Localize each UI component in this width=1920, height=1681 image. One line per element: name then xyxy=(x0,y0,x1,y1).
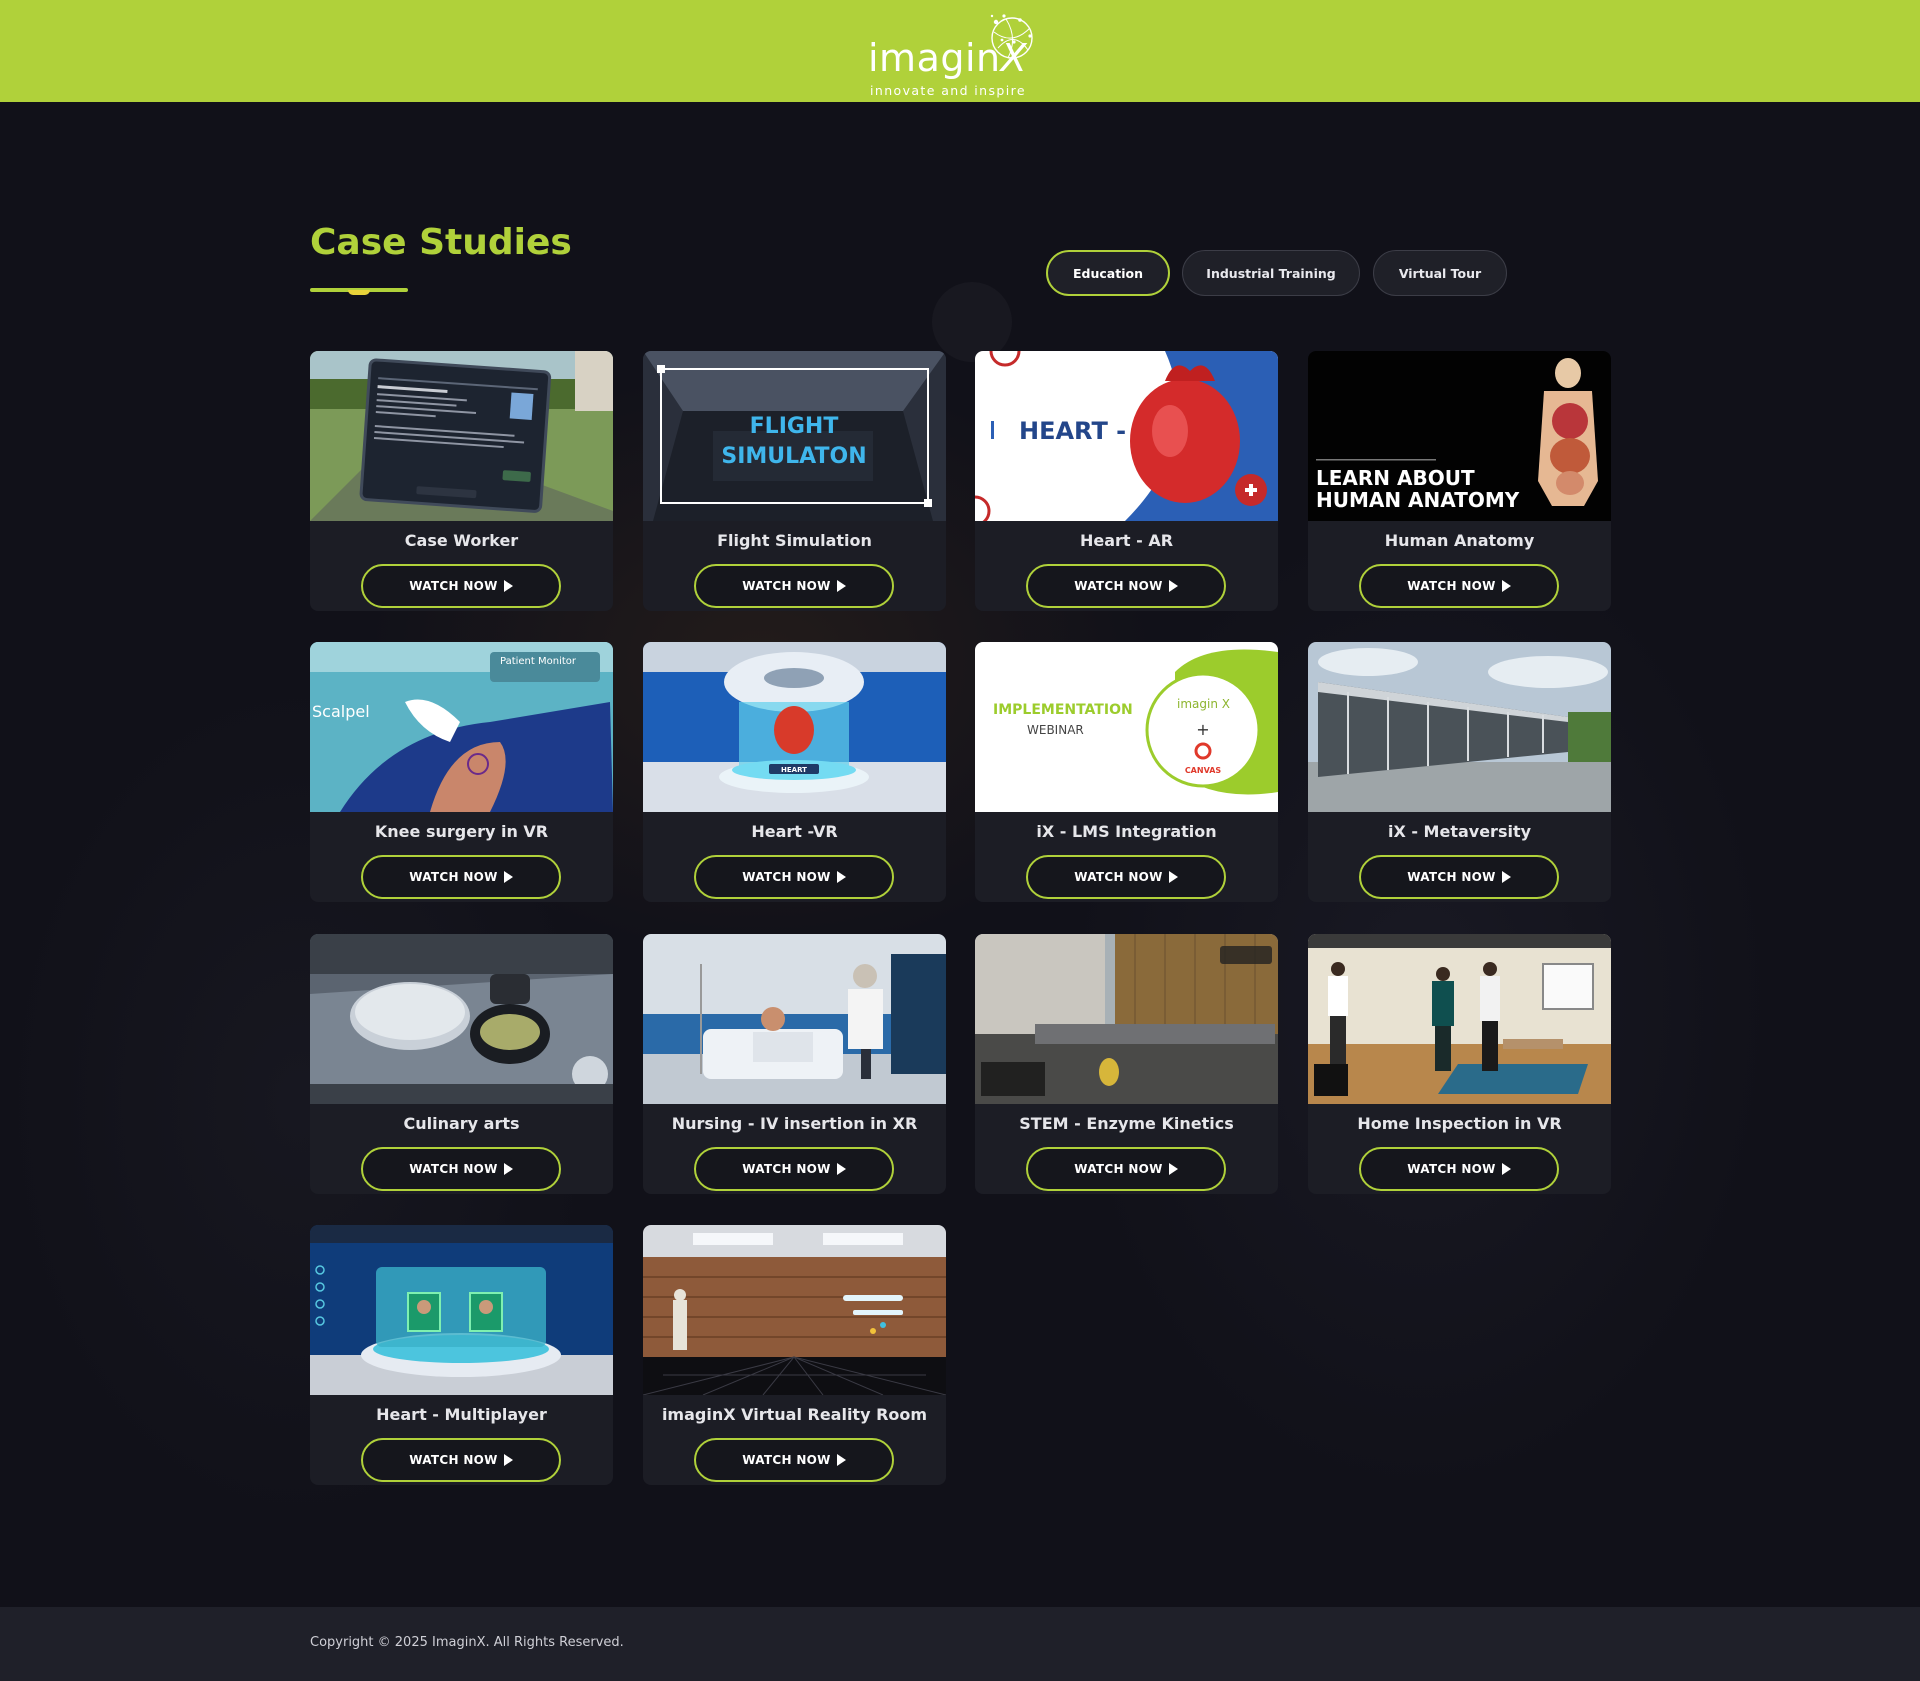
watch-now-button[interactable]: WATCH NOW xyxy=(694,855,894,899)
knee-surgery-thumbnail[interactable]: Patient Monitor Scalpel xyxy=(310,642,613,812)
site-header: imaginX innovate and inspire xyxy=(0,0,1920,102)
thumb-text-learn-about: LEARN ABOUT xyxy=(1316,466,1475,490)
play-icon xyxy=(836,1454,846,1466)
card-title: Heart -VR xyxy=(751,822,838,841)
imaginx-logo[interactable]: imaginX innovate and inspire xyxy=(860,6,1060,98)
play-icon xyxy=(1501,1163,1511,1175)
thumb-text-flight: FLIGHT xyxy=(750,414,839,439)
thumb-text-scalpel: Scalpel xyxy=(312,702,370,721)
watch-now-button[interactable]: WATCH NOW xyxy=(1359,855,1559,899)
watch-now-button[interactable]: WATCH NOW xyxy=(694,1438,894,1482)
case-study-card: Culinary arts WATCH NOW xyxy=(310,934,613,1194)
human-anatomy-thumbnail[interactable]: LEARN ABOUT HUMAN ANATOMY xyxy=(1308,351,1611,521)
case-study-card: Nursing - IV insertion in XR WATCH NOW xyxy=(643,934,946,1194)
case-study-card: Heart - Multiplayer WATCH NOW xyxy=(310,1225,613,1485)
watch-now-button[interactable]: WATCH NOW xyxy=(1026,564,1226,608)
page-title: Case Studies xyxy=(310,222,572,263)
thumb-text-heart: HEART xyxy=(781,766,807,774)
case-study-card: HEART - AR Heart - AR WATCH NOW xyxy=(975,351,1278,611)
thumb-text-imaginx: imagin X xyxy=(1177,697,1230,711)
thumb-text-webinar: WEBINAR xyxy=(1027,723,1084,737)
thumb-text-patient-monitor: Patient Monitor xyxy=(500,656,577,667)
case-worker-thumbnail[interactable] xyxy=(310,351,613,521)
play-icon xyxy=(1501,580,1511,592)
play-icon xyxy=(503,871,513,883)
flight-simulation-thumbnail[interactable]: FLIGHT SIMULATON xyxy=(643,351,946,521)
watch-now-button[interactable]: WATCH NOW xyxy=(361,1438,561,1482)
watch-now-button[interactable]: WATCH NOW xyxy=(361,1147,561,1191)
metaversity-thumbnail[interactable] xyxy=(1308,642,1611,812)
filter-education[interactable]: Education xyxy=(1046,250,1170,296)
card-title: Case Worker xyxy=(404,531,519,550)
main-section xyxy=(0,102,1920,1607)
enzyme-kinetics-thumbnail[interactable] xyxy=(975,934,1278,1104)
lms-integration-thumbnail[interactable]: IMPLEMENTATION WEBINAR imagin X + CANVAS xyxy=(975,642,1278,812)
play-icon xyxy=(836,580,846,592)
thumb-text-simulaton: SIMULATON xyxy=(721,444,866,469)
card-title: iX - Metaversity xyxy=(1387,822,1532,841)
watch-now-button[interactable]: WATCH NOW xyxy=(694,1147,894,1191)
play-icon xyxy=(1501,871,1511,883)
card-title: Heart - Multiplayer xyxy=(376,1405,547,1424)
watch-now-button[interactable]: WATCH NOW xyxy=(1359,1147,1559,1191)
watch-now-button[interactable]: WATCH NOW xyxy=(361,564,561,608)
logo-tagline: innovate and inspire xyxy=(870,83,1026,98)
case-study-card: imaginX Virtual Reality Room WATCH NOW xyxy=(643,1225,946,1485)
title-underline-accent xyxy=(348,290,370,295)
play-icon xyxy=(1168,871,1178,883)
watch-now-button[interactable]: WATCH NOW xyxy=(1026,1147,1226,1191)
card-title: Human Anatomy xyxy=(1384,531,1535,550)
card-title: Home Inspection in VR xyxy=(1357,1114,1562,1133)
thumb-text-implementation: IMPLEMENTATION xyxy=(993,702,1133,718)
case-study-card: HEART Heart -VR WATCH NOW xyxy=(643,642,946,902)
copyright-text: Copyright © 2025 ImaginX. All Rights Res… xyxy=(310,1635,624,1650)
case-study-card: IMPLEMENTATION WEBINAR imagin X + CANVAS… xyxy=(975,642,1278,902)
case-study-card: LEARN ABOUT HUMAN ANATOMY Human Anatomy … xyxy=(1308,351,1611,611)
play-icon xyxy=(836,1163,846,1175)
card-title: iX - LMS Integration xyxy=(1036,822,1217,841)
play-icon xyxy=(1168,580,1178,592)
card-title: Knee surgery in VR xyxy=(374,822,549,841)
card-title: Culinary arts xyxy=(403,1114,520,1133)
filter-industrial-training[interactable]: Industrial Training xyxy=(1182,250,1360,296)
play-icon xyxy=(503,580,513,592)
vr-room-thumbnail[interactable] xyxy=(643,1225,946,1395)
culinary-arts-thumbnail[interactable] xyxy=(310,934,613,1104)
nursing-iv-thumbnail[interactable] xyxy=(643,934,946,1104)
site-footer: Copyright © 2025 ImaginX. All Rights Res… xyxy=(0,1607,1920,1681)
thumb-text-human-anatomy: HUMAN ANATOMY xyxy=(1316,488,1520,512)
watch-now-button[interactable]: WATCH NOW xyxy=(694,564,894,608)
play-icon xyxy=(1168,1163,1178,1175)
heart-ar-thumbnail[interactable]: HEART - AR xyxy=(975,351,1278,521)
card-title: imaginX Virtual Reality Room xyxy=(661,1405,928,1424)
heart-vr-thumbnail[interactable]: HEART xyxy=(643,642,946,812)
watch-now-button[interactable]: WATCH NOW xyxy=(1026,855,1226,899)
thumb-text-canvas: CANVAS xyxy=(1185,766,1222,775)
case-study-card: Home Inspection in VR WATCH NOW xyxy=(1308,934,1611,1194)
play-icon xyxy=(503,1163,513,1175)
case-study-card: iX - Metaversity WATCH NOW xyxy=(1308,642,1611,902)
play-icon xyxy=(503,1454,513,1466)
thumb-text-plus: + xyxy=(1196,720,1209,739)
card-title: Flight Simulation xyxy=(717,531,872,550)
heart-multiplayer-thumbnail[interactable] xyxy=(310,1225,613,1395)
case-study-card: Case Worker WATCH NOW xyxy=(310,351,613,611)
card-title: Nursing - IV insertion in XR xyxy=(671,1114,918,1133)
home-inspection-thumbnail[interactable] xyxy=(1308,934,1611,1104)
card-title: Heart - AR xyxy=(1079,531,1174,550)
card-title: STEM - Enzyme Kinetics xyxy=(1019,1114,1234,1133)
play-icon xyxy=(836,871,846,883)
background-decoration xyxy=(932,282,1012,362)
watch-now-button[interactable]: WATCH NOW xyxy=(361,855,561,899)
globe-icon xyxy=(990,14,1033,59)
watch-now-button[interactable]: WATCH NOW xyxy=(1359,564,1559,608)
case-study-card: FLIGHT SIMULATON Flight Simulation WATCH… xyxy=(643,351,946,611)
filter-virtual-tour[interactable]: Virtual Tour xyxy=(1373,250,1507,296)
case-study-card: STEM - Enzyme Kinetics WATCH NOW xyxy=(975,934,1278,1194)
case-study-card: Patient Monitor Scalpel Knee surgery in … xyxy=(310,642,613,902)
